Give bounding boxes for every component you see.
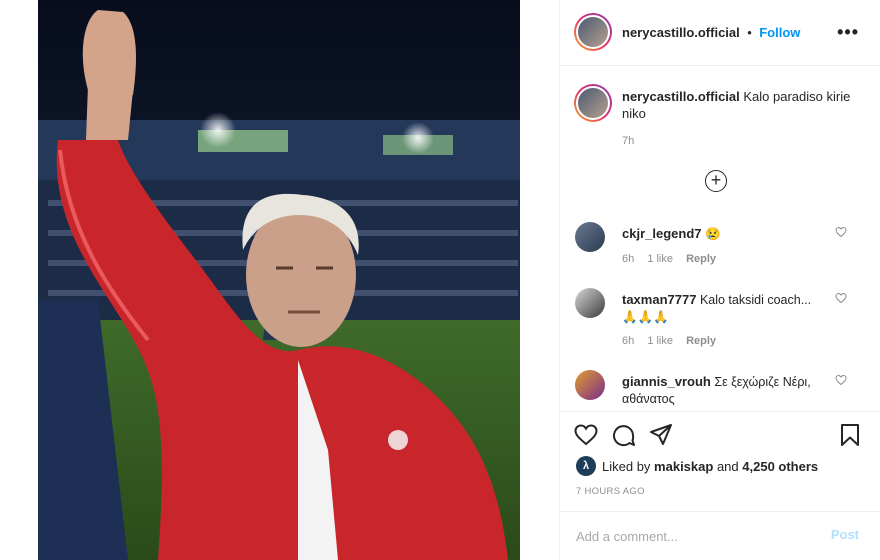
comment-time[interactable]: 6h xyxy=(622,335,634,347)
likes-summary: λ Liked by makiskap and 4,250 others xyxy=(576,456,818,476)
post-actions: λ Liked by makiskap and 4,250 others 7 H… xyxy=(560,411,880,511)
caption-username[interactable]: nerycastillo.official xyxy=(622,89,740,104)
comment-meta: 6h 1 like Reply xyxy=(622,335,726,347)
share-send-icon[interactable] xyxy=(649,423,673,447)
comment-meta: 6h 1 like Reply xyxy=(622,253,726,265)
likes-prefix: Liked by xyxy=(602,458,651,474)
commenter-username[interactable]: giannis_vrouh xyxy=(622,374,711,389)
caption-time[interactable]: 7h xyxy=(622,135,634,147)
liker-username[interactable]: makiskap xyxy=(654,459,713,474)
load-more-comments-icon[interactable]: + xyxy=(705,170,727,192)
likes-and: and xyxy=(716,458,739,474)
comment-time[interactable]: 6h xyxy=(622,253,634,265)
author-line: nerycastillo.official • Follow xyxy=(622,24,800,42)
commenter-avatar[interactable] xyxy=(575,370,605,400)
likes-count[interactable]: 4,250 others xyxy=(742,459,818,474)
add-comment-input[interactable] xyxy=(576,524,806,548)
commenter-username[interactable]: ckjr_legend7 xyxy=(622,226,702,241)
commenter-avatar[interactable] xyxy=(575,222,605,252)
follow-button[interactable]: Follow xyxy=(759,25,800,40)
post-photo-illustration xyxy=(38,0,520,560)
add-comment-bar: Post xyxy=(560,511,880,560)
liker-avatar[interactable]: λ xyxy=(576,456,596,476)
save-bookmark-icon[interactable] xyxy=(839,423,861,447)
reply-button[interactable]: Reply xyxy=(686,253,716,265)
commenter-avatar[interactable] xyxy=(575,288,605,318)
post-timestamp[interactable]: 7 HOURS AGO xyxy=(576,486,645,497)
post-header: nerycastillo.official • Follow ••• xyxy=(560,0,880,66)
comment-like-heart-icon[interactable] xyxy=(835,226,847,238)
like-heart-icon[interactable] xyxy=(574,424,598,446)
comment-likes[interactable]: 1 like xyxy=(647,253,673,265)
post-side-panel: nerycastillo.official • Follow ••• neryc… xyxy=(559,0,880,560)
comment-body: ckjr_legend7 😢 xyxy=(622,225,822,243)
separator-dot: • xyxy=(747,25,752,40)
post-photo[interactable] xyxy=(38,0,520,560)
post-comment-button[interactable]: Post xyxy=(831,527,859,542)
comment-body: taxman7777 Kalo taksidi coach... 🙏🙏🙏 xyxy=(622,291,822,326)
comment-like-heart-icon[interactable] xyxy=(835,374,847,386)
caption-avatar[interactable] xyxy=(574,84,612,122)
comment-text: 😢 xyxy=(704,227,721,241)
post-caption: nerycastillo.official Kalo paradiso kiri… xyxy=(622,88,857,122)
reply-button[interactable]: Reply xyxy=(686,335,716,347)
author-username[interactable]: nerycastillo.official xyxy=(622,25,740,40)
author-avatar[interactable] xyxy=(574,13,612,51)
comment-like-heart-icon[interactable] xyxy=(835,292,847,304)
comment-body: giannis_vrouh Σε ξεχώριζε Νέρι, αθάνατος xyxy=(622,373,822,408)
commenter-username[interactable]: taxman7777 xyxy=(622,292,696,307)
comment-bubble-icon[interactable] xyxy=(612,424,636,448)
comment-likes[interactable]: 1 like xyxy=(647,335,673,347)
more-options-icon[interactable]: ••• xyxy=(837,22,859,43)
